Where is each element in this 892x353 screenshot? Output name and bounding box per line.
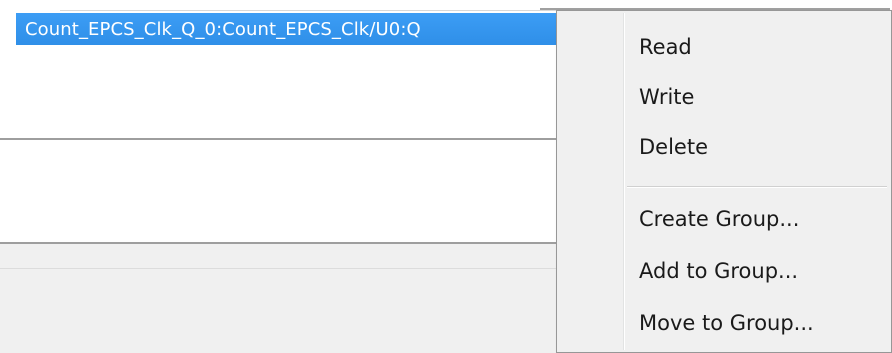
divider [0,268,558,269]
menu-item-create-group[interactable]: Create Group... [559,196,889,242]
menu-item-delete[interactable]: Delete [559,124,889,170]
app-window: Count_EPCS_Clk_Q_0:Count_EPCS_Clk/U0:Q R… [0,0,892,353]
menu-item-label: Write [639,85,695,109]
selected-signal-row[interactable]: Count_EPCS_Clk_Q_0:Count_EPCS_Clk/U0:Q [16,13,556,45]
menu-item-read[interactable]: Read [559,24,889,70]
menu-item-label: Add to Group... [639,259,799,283]
context-menu: Read Write Delete Create Group... Add to… [556,10,892,353]
menu-item-add-to-group[interactable]: Add to Group... [559,248,889,294]
panel-divider [0,138,558,140]
menu-separator [627,186,887,188]
menu-item-label: Delete [639,135,708,159]
signal-name: Count_EPCS_Clk_Q_0:Count_EPCS_Clk/U0:Q [25,18,421,40]
menu-item-label: Create Group... [639,207,800,231]
menu-item-label: Move to Group... [639,311,814,335]
menu-item-label: Read [639,35,692,59]
status-area [0,244,558,353]
menu-item-move-to-group[interactable]: Move to Group... [559,300,889,346]
menu-item-write[interactable]: Write [559,74,889,120]
